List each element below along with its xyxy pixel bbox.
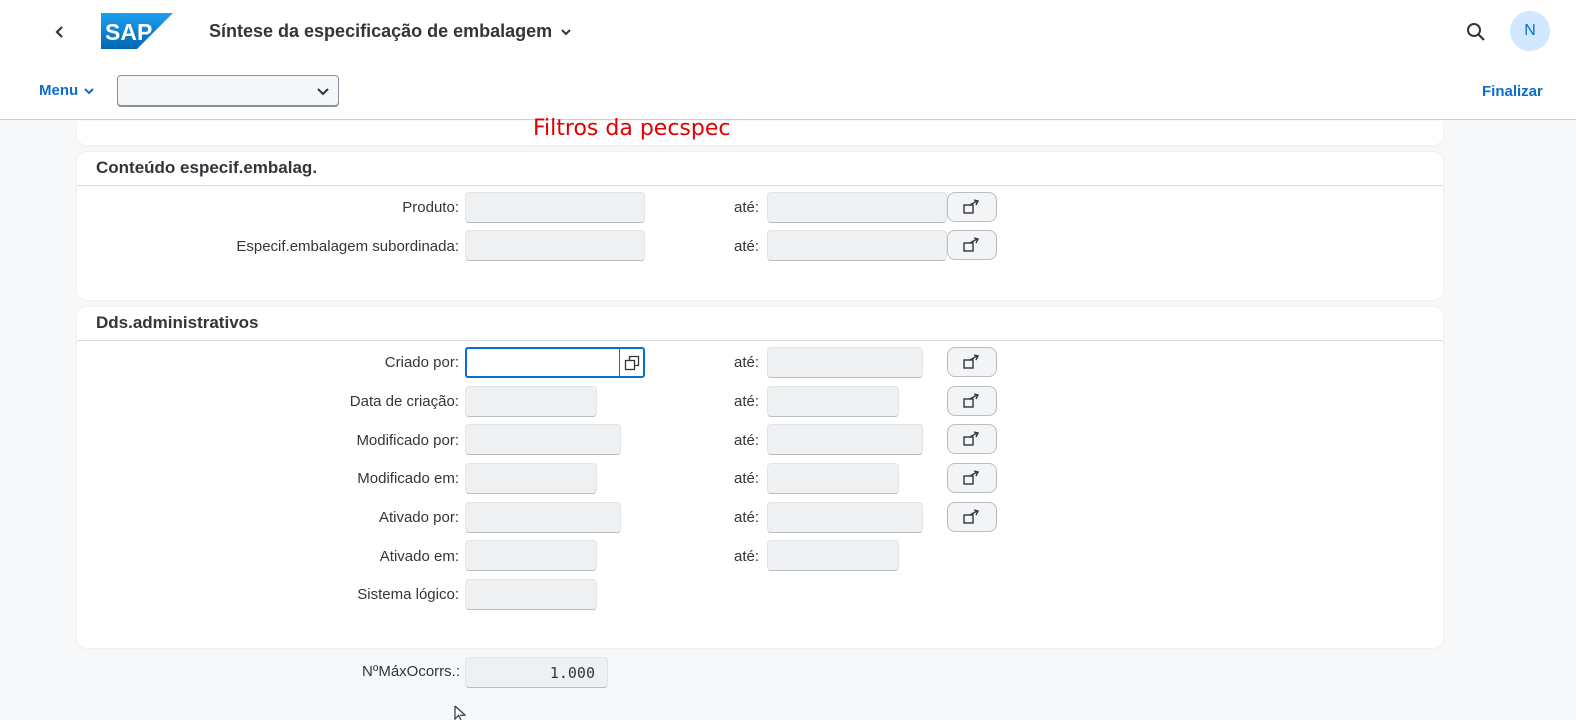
to-label: até: <box>734 509 760 526</box>
created-by-value-help-button[interactable] <box>619 347 645 378</box>
subordinate-spec-from-input[interactable] <box>465 230 645 261</box>
section-divider <box>77 340 1443 341</box>
sap-logo: SAP <box>101 13 173 49</box>
to-label: até: <box>734 199 760 216</box>
field-label: Ativado por: <box>378 509 459 526</box>
creation-date-multiple-selection-button[interactable] <box>947 386 997 416</box>
svg-text:SAP: SAP <box>105 19 152 45</box>
section-content: Conteúdo especif.embalag. <box>77 152 1443 300</box>
activated-on-to-input[interactable] <box>767 540 899 571</box>
subordinate-spec-multiple-selection-button[interactable] <box>947 230 997 260</box>
field-label: Data de criação: <box>349 393 459 410</box>
multiple-selection-icon <box>963 470 980 485</box>
to-label: até: <box>734 354 760 371</box>
modified-by-multiple-selection-button[interactable] <box>947 424 997 454</box>
max-occurrences-input[interactable]: 1.000 <box>465 657 608 688</box>
field-label: Especif.embalagem subordinada: <box>236 238 459 255</box>
multiple-selection-icon <box>963 354 980 369</box>
section-title: Dds.administrativos <box>96 313 259 332</box>
modified-by-to-input[interactable] <box>767 424 923 455</box>
modified-by-from-input[interactable] <box>465 424 621 455</box>
mouse-pointer-icon <box>454 705 467 720</box>
modified-on-from-input[interactable] <box>465 463 597 494</box>
to-label: até: <box>734 470 760 487</box>
field-label: Ativado em: <box>379 548 459 565</box>
chevron-down-icon <box>561 28 571 35</box>
search-icon <box>1467 23 1485 41</box>
previous-panel-bottom <box>77 121 1443 145</box>
app-title[interactable]: Síntese da especificação de embalagem <box>209 21 572 42</box>
user-avatar[interactable]: N <box>1510 11 1550 51</box>
back-chevron-icon <box>55 26 63 38</box>
produto-multiple-selection-button[interactable] <box>947 192 997 222</box>
created-by-from-input[interactable] <box>465 347 621 378</box>
menu-button[interactable]: Menu <box>39 82 95 99</box>
multiple-selection-icon <box>963 237 980 252</box>
creation-date-to-input[interactable] <box>767 386 899 417</box>
activated-by-from-input[interactable] <box>465 502 621 533</box>
field-label: Produto: <box>402 199 459 216</box>
field-label: Modificado em: <box>357 470 459 487</box>
activated-by-to-input[interactable] <box>767 502 923 533</box>
created-by-multiple-selection-button[interactable] <box>947 347 997 377</box>
toolbar-dropdown[interactable] <box>117 75 339 107</box>
to-label: até: <box>734 432 760 449</box>
produto-from-input[interactable] <box>465 192 645 223</box>
app-title-text: Síntese da especificação de embalagem <box>209 21 553 41</box>
subordinate-spec-to-input[interactable] <box>767 230 947 261</box>
activated-by-multiple-selection-button[interactable] <box>947 502 997 532</box>
annotation-text: Filtros da pecspec <box>533 116 731 141</box>
to-label: até: <box>734 238 760 255</box>
modified-on-to-input[interactable] <box>767 463 899 494</box>
field-label: Sistema lógico: <box>357 586 459 603</box>
produto-to-input[interactable] <box>767 192 947 223</box>
value-help-icon <box>624 355 639 370</box>
field-label: Criado por: <box>384 354 459 371</box>
chevron-down-icon <box>84 87 94 94</box>
creation-date-from-input[interactable] <box>465 386 597 417</box>
section-divider <box>77 185 1443 186</box>
multiple-selection-icon <box>963 509 980 524</box>
logical-system-input[interactable] <box>465 579 597 610</box>
to-label: até: <box>734 548 760 565</box>
multiple-selection-icon <box>963 431 980 446</box>
section-title: Conteúdo especif.embalag. <box>96 158 318 177</box>
finalize-button[interactable]: Finalizar <box>1482 83 1543 100</box>
modified-on-multiple-selection-button[interactable] <box>947 463 997 493</box>
toolbar: Menu Finalizar <box>0 62 1576 120</box>
chevron-down-icon <box>317 88 329 96</box>
field-label: Modificado por: <box>356 432 459 449</box>
to-label: até: <box>734 393 760 410</box>
menu-label: Menu <box>39 82 79 99</box>
multiple-selection-icon <box>963 393 980 408</box>
multiple-selection-icon <box>963 199 980 214</box>
max-occurrences-label: NºMáxOcorrs.: <box>362 663 460 680</box>
created-by-to-input[interactable] <box>767 347 923 378</box>
back-button[interactable] <box>46 18 74 46</box>
shell-bar: SAP Síntese da especificação de embalage… <box>0 0 1576 62</box>
search-button[interactable] <box>1462 18 1490 46</box>
activated-on-from-input[interactable] <box>465 540 597 571</box>
